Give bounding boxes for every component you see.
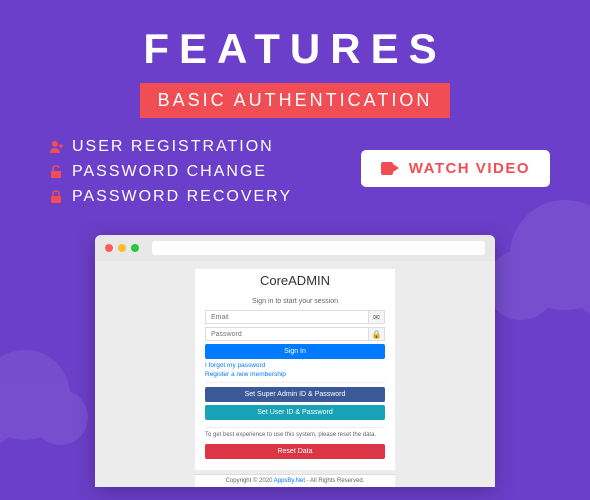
signin-button[interactable]: Sign In [205,344,385,359]
feature-label: PASSWORD CHANGE [72,163,267,181]
browser-chrome [95,235,495,261]
features-list: USER REGISTRATION PASSWORD CHANGE PASSWO… [50,138,292,213]
divider [205,427,385,428]
divider [205,382,385,383]
hero-title: FEATURES [0,0,590,73]
password-input[interactable] [206,331,368,338]
video-icon [381,162,399,175]
unlock-icon [50,165,72,179]
browser-mockup: CoreADMIN Sign in to start your session … [95,235,495,487]
user-plus-icon [50,140,72,154]
close-dot-icon [105,244,113,252]
email-icon: ✉ [368,311,384,323]
reset-description: To get best experience to use this syste… [205,432,385,440]
set-user-button[interactable]: Set User ID & Password [205,405,385,420]
password-field[interactable]: 🔒 [205,327,385,341]
lock-icon [50,190,72,204]
set-super-admin-button[interactable]: Set Super Admin ID & Password [205,387,385,402]
email-input[interactable] [206,314,368,321]
brand-link[interactable]: AppsBy.Net [274,478,305,484]
watch-video-label: WATCH VIDEO [409,160,530,177]
copyright: Copyright © 2020 AppsBy.Net - All Rights… [195,474,395,487]
feature-item: PASSWORD CHANGE [50,163,292,181]
maximize-dot-icon [131,244,139,252]
feature-item: PASSWORD RECOVERY [50,188,292,206]
reset-data-button[interactable]: Reset Data [205,444,385,459]
register-link[interactable]: Register a new membership [205,371,385,378]
login-card: Sign in to start your session ✉ 🔒 Sign I… [195,292,395,470]
feature-label: USER REGISTRATION [72,138,274,156]
forgot-password-link[interactable]: I forgot my password [205,362,385,369]
watch-video-button[interactable]: WATCH VIDEO [361,150,550,187]
email-field[interactable]: ✉ [205,310,385,324]
url-bar [152,241,485,255]
feature-label: PASSWORD RECOVERY [72,188,292,206]
minimize-dot-icon [118,244,126,252]
app-title: CoreADMIN [195,269,395,292]
feature-item: USER REGISTRATION [50,138,292,156]
subtitle-badge: BASIC AUTHENTICATION [140,83,451,118]
session-prompt: Sign in to start your session [205,298,385,305]
lock-icon: 🔒 [368,328,384,340]
